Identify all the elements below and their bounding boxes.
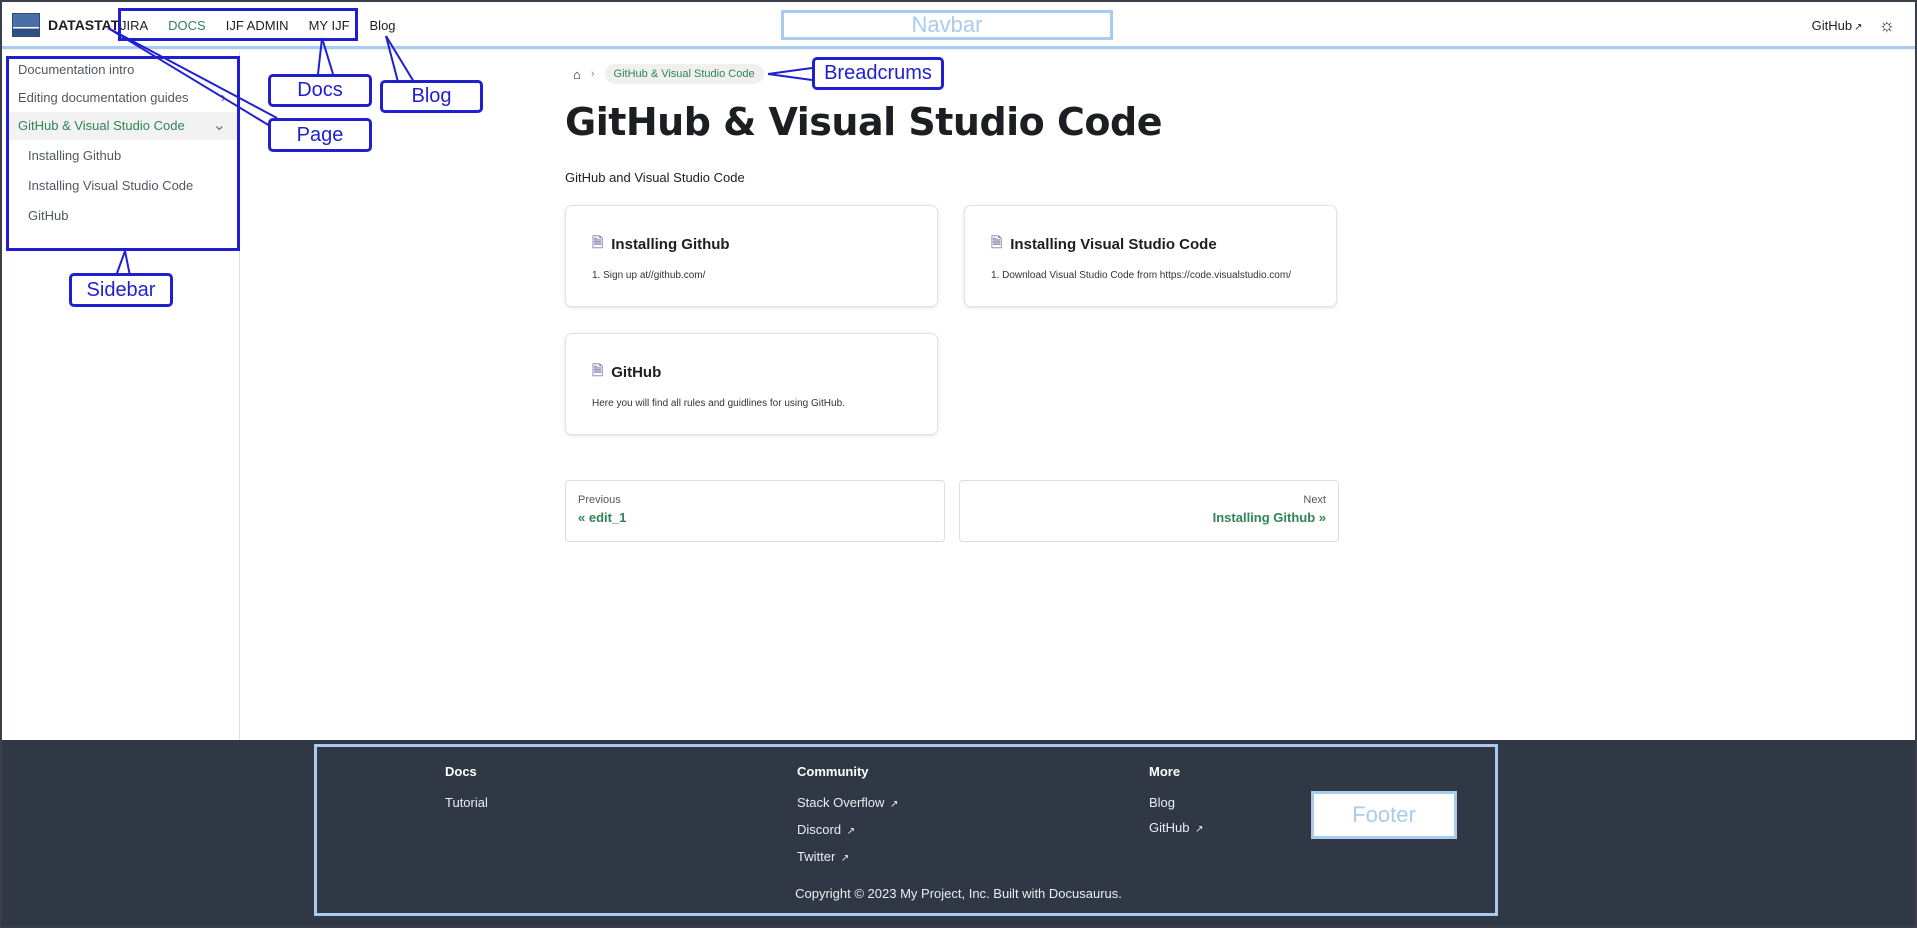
brand[interactable]: DATASTAT (12, 13, 119, 37)
document-icon: 🗎 (592, 234, 604, 250)
card-title-row: 🗎 GitHub (592, 360, 911, 384)
nav-right: GitHub ↗ ☼ (1812, 16, 1895, 34)
document-icon: 🗎 (592, 362, 604, 378)
card-installing-github[interactable]: 🗎 Installing Github 1. Sign up at//githu… (565, 205, 938, 307)
external-link-icon: ↗ (1854, 21, 1863, 33)
breadcrumb-separator-icon: › (590, 68, 595, 80)
sun-icon[interactable]: ☼ (1879, 16, 1896, 34)
card-description: Here you will find all rules and guidlin… (592, 398, 845, 409)
doc-pager: Previous « edit_1 Next Installing Github… (565, 480, 1340, 542)
nav-item-blog[interactable]: Blog (370, 18, 396, 33)
page-description: GitHub and Visual Studio Code (565, 170, 745, 185)
annotation-page-label: Page (268, 118, 372, 152)
annotation-blog-label: Blog (380, 80, 483, 113)
pager-previous-sublabel: Previous (578, 494, 621, 506)
github-link[interactable]: GitHub ↗ (1812, 18, 1863, 33)
card-installing-vscode[interactable]: 🗎 Installing Visual Studio Code 1. Downl… (964, 205, 1337, 307)
breadcrumb-current: GitHub & Visual Studio Code (604, 64, 764, 84)
annotation-docs-label: Docs (268, 74, 372, 107)
card-grid: 🗎 Installing Github 1. Sign up at//githu… (565, 205, 1340, 445)
home-icon[interactable]: ⌂ (565, 67, 581, 82)
card-title-row: 🗎 Installing Visual Studio Code (991, 232, 1310, 256)
brand-logo (12, 13, 40, 37)
card-description: 1. Sign up at//github.com/ (592, 270, 706, 281)
card-title: Installing Visual Studio Code (1010, 235, 1217, 253)
pager-next[interactable]: Next Installing Github » (959, 480, 1339, 542)
page-title: GitHub & Visual Studio Code (565, 100, 1163, 144)
document-icon: 🗎 (991, 234, 1003, 250)
card-title-row: 🗎 Installing Github (592, 232, 911, 256)
annotation-navbar-label: Navbar (781, 10, 1113, 40)
docs-annotation-outline (118, 8, 358, 41)
breadcrumb: ⌂ › GitHub & Visual Studio Code (565, 62, 1340, 86)
card-title: GitHub (611, 363, 662, 381)
annotation-footer-label: Footer (1311, 791, 1457, 839)
annotation-breadcrums-label: Breadcrums (812, 57, 944, 90)
card-description: 1. Download Visual Studio Code from http… (991, 270, 1291, 281)
pager-previous-label: « edit_1 (578, 510, 627, 525)
github-label: GitHub (1811, 17, 1853, 33)
annotation-sidebar-label: Sidebar (69, 273, 173, 307)
pager-next-label: Installing Github » (1212, 510, 1326, 525)
sidebar-annotation-outline (6, 56, 240, 251)
brand-name: DATASTAT (48, 17, 120, 33)
main-content: ⌂ › GitHub & Visual Studio Code GitHub &… (565, 62, 1340, 542)
pager-previous[interactable]: Previous « edit_1 (565, 480, 945, 542)
pager-next-sublabel: Next (1303, 494, 1326, 506)
card-github[interactable]: 🗎 GitHub Here you will find all rules an… (565, 333, 938, 435)
card-title: Installing Github (611, 235, 730, 253)
